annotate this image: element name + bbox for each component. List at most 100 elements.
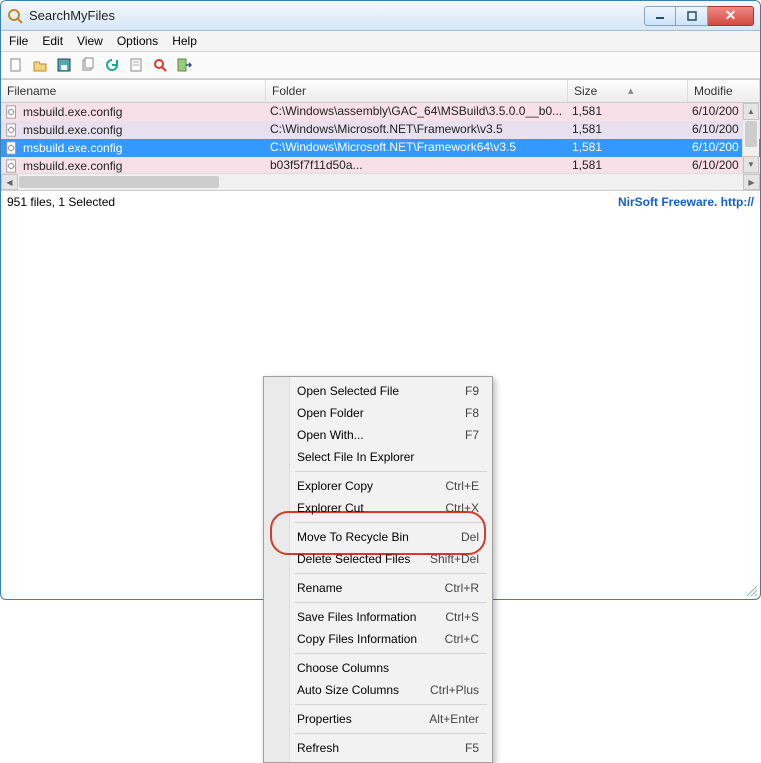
menu-item-shortcut: Ctrl+C	[445, 632, 479, 646]
maximize-button[interactable]	[676, 6, 708, 26]
menu-help[interactable]: Help	[172, 34, 197, 48]
scroll-right-icon[interactable]: ▶	[743, 174, 760, 190]
toolbar-exit-icon[interactable]	[175, 56, 193, 74]
menu-item-shortcut: F9	[465, 384, 479, 398]
menu-item[interactable]: Select File In Explorer	[267, 446, 489, 468]
cell-size: 1,581	[568, 157, 688, 173]
header-folder[interactable]: Folder	[266, 80, 568, 102]
menu-item-label: Choose Columns	[297, 661, 389, 675]
menu-item-shortcut: Del	[461, 530, 479, 544]
menu-item[interactable]: Choose Columns	[267, 657, 489, 679]
minimize-button[interactable]	[644, 6, 676, 26]
menu-item-shortcut: Shift+Del	[430, 552, 479, 566]
menu-item-label: Open With...	[297, 428, 364, 442]
scroll-down-icon[interactable]: ▼	[743, 156, 759, 173]
menu-file[interactable]: File	[9, 34, 28, 48]
toolbar	[1, 51, 760, 79]
menu-item-label: Auto Size Columns	[297, 683, 399, 697]
header-modified[interactable]: Modifie	[688, 80, 760, 102]
toolbar-properties-icon[interactable]	[127, 56, 145, 74]
menu-separator	[295, 704, 487, 705]
menu-item-shortcut: Ctrl+S	[445, 610, 479, 624]
status-text: 951 files, 1 Selected	[7, 195, 115, 209]
nirsoft-link[interactable]: NirSoft Freeware. http://	[618, 195, 754, 209]
menu-item[interactable]: Explorer Copy Ctrl+E	[267, 475, 489, 497]
table-row[interactable]: msbuild.exe.configC:\Windows\Microsoft.N…	[1, 139, 760, 157]
menu-item[interactable]: Auto Size Columns Ctrl+Plus	[267, 679, 489, 701]
menu-item[interactable]: Open Selected File F9	[267, 380, 489, 402]
menu-options[interactable]: Options	[117, 34, 158, 48]
menu-item[interactable]: Save Files Information Ctrl+S	[267, 606, 489, 628]
table-row[interactable]: msbuild.exe.configC:\Windows\assembly\GA…	[1, 103, 760, 121]
menu-item-label: Rename	[297, 581, 342, 595]
toolbar-find-icon[interactable]	[151, 56, 169, 74]
cell-filename: msbuild.exe.config	[1, 121, 266, 139]
cell-size: 1,581	[568, 121, 688, 139]
toolbar-refresh-icon[interactable]	[103, 56, 121, 74]
menu-item-label: Delete Selected Files	[297, 552, 410, 566]
menu-item[interactable]: Copy Files Information Ctrl+C	[267, 628, 489, 650]
scroll-thumb-h[interactable]	[19, 176, 219, 188]
toolbar-new-icon[interactable]	[7, 56, 25, 74]
menu-item[interactable]: Move To Recycle Bin Del	[267, 526, 489, 548]
app-icon	[7, 8, 23, 24]
menu-edit[interactable]: Edit	[42, 34, 63, 48]
menu-item-label: Refresh	[297, 741, 339, 755]
menu-item[interactable]: Rename Ctrl+R	[267, 577, 489, 599]
menu-separator	[295, 733, 487, 734]
toolbar-open-icon[interactable]	[31, 56, 49, 74]
titlebar[interactable]: SearchMyFiles ✕	[1, 1, 760, 31]
menu-item[interactable]: Explorer Cut Ctrl+X	[267, 497, 489, 519]
menu-item-label: Open Selected File	[297, 384, 399, 398]
menu-item-label: Explorer Cut	[297, 501, 364, 515]
scroll-thumb-v[interactable]	[745, 121, 757, 147]
menu-item-shortcut: F7	[465, 428, 479, 442]
menu-item-label: Move To Recycle Bin	[297, 530, 409, 544]
vertical-scrollbar[interactable]: ▲ ▼	[742, 103, 759, 173]
file-list: msbuild.exe.configC:\Windows\assembly\GA…	[1, 103, 760, 173]
menu-item[interactable]: Delete Selected Files Shift+Del	[267, 548, 489, 570]
menu-separator	[295, 573, 487, 574]
menu-separator	[295, 522, 487, 523]
menu-item[interactable]: RefreshF5	[267, 737, 489, 759]
menu-item-shortcut: Ctrl+Plus	[430, 683, 479, 697]
cell-folder: C:\Windows\assembly\GAC_64\MSBuild\3.5.0…	[266, 103, 568, 121]
horizontal-scrollbar[interactable]: ◀ ▶	[1, 173, 760, 190]
cell-filename: msbuild.exe.config	[1, 139, 266, 157]
table-row[interactable]: msbuild.exe.configb03f5f7f11d50a...1,581…	[1, 157, 760, 173]
menu-item-label: Save Files Information	[297, 610, 416, 624]
menu-separator	[295, 653, 487, 654]
cell-folder: b03f5f7f11d50a...	[266, 157, 568, 173]
resize-grip[interactable]	[744, 583, 758, 597]
close-button[interactable]: ✕	[708, 6, 754, 26]
menu-separator	[295, 471, 487, 472]
menu-item-shortcut: Ctrl+E	[445, 479, 479, 493]
menu-item-shortcut: Ctrl+X	[445, 501, 479, 515]
sort-asc-icon: ▴	[628, 84, 634, 97]
context-menu: Open Selected FileF9Open FolderF8Open Wi…	[263, 376, 493, 763]
toolbar-copy-icon[interactable]	[79, 56, 97, 74]
menu-item[interactable]: Open With... F7	[267, 424, 489, 446]
menu-item-label: Copy Files Information	[297, 632, 417, 646]
menu-item-label: Explorer Copy	[297, 479, 373, 493]
header-filename[interactable]: Filename	[1, 80, 266, 102]
header-size[interactable]: Size▴	[568, 80, 688, 102]
menu-separator	[295, 602, 487, 603]
menu-view[interactable]: View	[77, 34, 103, 48]
menu-item-shortcut: Ctrl+R	[445, 581, 479, 595]
scroll-up-icon[interactable]: ▲	[743, 103, 759, 120]
cell-filename: msbuild.exe.config	[1, 103, 266, 121]
column-headers: Filename Folder Size▴ Modifie	[1, 79, 760, 103]
table-row[interactable]: msbuild.exe.configC:\Windows\Microsoft.N…	[1, 121, 760, 139]
cell-folder: C:\Windows\Microsoft.NET\Framework64\v3.…	[266, 139, 568, 157]
menu-item[interactable]: PropertiesAlt+Enter	[267, 708, 489, 730]
toolbar-save-icon[interactable]	[55, 56, 73, 74]
window-title: SearchMyFiles	[29, 8, 644, 23]
statusbar: 951 files, 1 Selected NirSoft Freeware. …	[1, 190, 760, 212]
cell-filename: msbuild.exe.config	[1, 157, 266, 173]
menubar: File Edit View Options Help	[1, 31, 760, 51]
scroll-left-icon[interactable]: ◀	[1, 174, 18, 190]
menu-item[interactable]: Open FolderF8	[267, 402, 489, 424]
menu-item-label: Open Folder	[297, 406, 364, 420]
cell-size: 1,581	[568, 103, 688, 121]
